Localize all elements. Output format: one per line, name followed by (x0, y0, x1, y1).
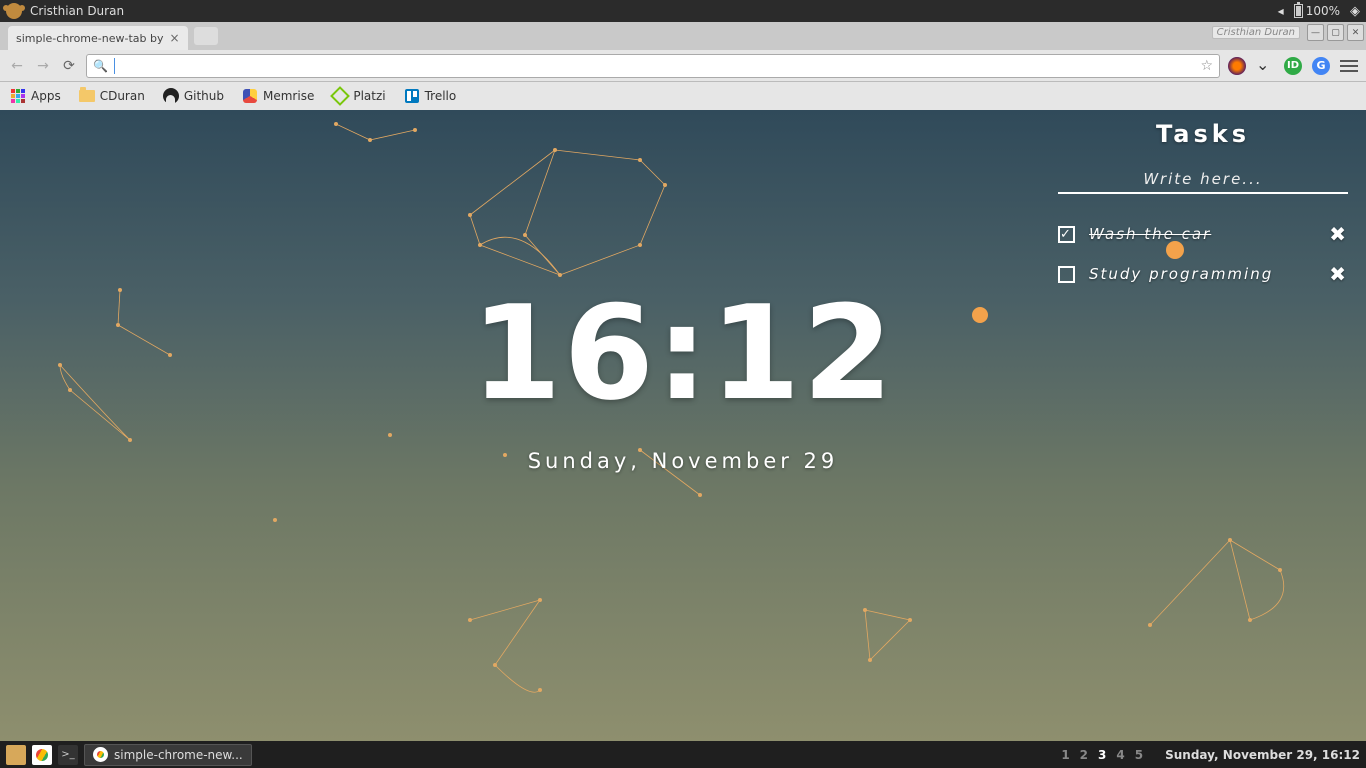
bookmark-label: CDuran (100, 89, 145, 103)
tray-caret-icon[interactable]: ◂ (1278, 4, 1284, 18)
bookmark-platzi[interactable]: Platzi (332, 88, 385, 104)
bookmark-label: Memrise (263, 89, 314, 103)
tasks-panel: Tasks ✓ Wash the car ✖ Study programming… (1058, 120, 1348, 294)
back-button[interactable]: ← (8, 58, 26, 74)
taskbar-datetime[interactable]: Sunday, November 29, 16:12 (1165, 748, 1360, 762)
tab-title: simple-chrome-new-tab by (16, 32, 164, 45)
clock-date: Sunday, November 29 (471, 449, 895, 473)
bookmark-label: Trello (425, 89, 457, 103)
trello-icon (405, 89, 419, 103)
active-window-title: simple-chrome-new... (114, 748, 243, 762)
extension-icon[interactable] (1228, 57, 1246, 75)
battery-percent: 100% (1306, 4, 1340, 18)
bookmark-memrise[interactable]: Memrise (242, 88, 314, 104)
workspace-5[interactable]: 5 (1135, 748, 1143, 762)
bookmarks-bar: Apps CDuran Github Memrise Platzi Trello (0, 82, 1366, 110)
translate-icon[interactable]: G (1312, 57, 1330, 75)
browser-toolbar: ← → ⟳ 🔍 ☆ ⌄ ID G (0, 50, 1366, 82)
battery-icon (1294, 4, 1303, 18)
minimize-button[interactable]: — (1307, 24, 1324, 41)
menu-icon[interactable] (1340, 60, 1358, 72)
extension-id-icon[interactable]: ID (1284, 57, 1302, 75)
delete-task-icon[interactable]: ✖ (1329, 222, 1348, 246)
task-label: Study programming (1089, 265, 1315, 283)
cursor-icon (114, 58, 115, 74)
bookmark-label: Apps (31, 89, 61, 103)
reload-button[interactable]: ⟳ (60, 58, 78, 74)
window-profile[interactable]: Cristhian Duran (1212, 26, 1300, 39)
task-list: ✓ Wash the car ✖ Study programming ✖ (1058, 214, 1348, 294)
bookmark-label: Github (184, 89, 224, 103)
new-task-input[interactable] (1058, 166, 1348, 194)
new-tab-button[interactable] (194, 27, 218, 45)
os-taskbar: >_ simple-chrome-new... 1 2 3 4 5 Sunday… (0, 741, 1366, 768)
new-tab-page: 16:12 Sunday, November 29 Tasks ✓ Wash t… (0, 110, 1366, 741)
extensions: ⌄ ID G (1228, 57, 1358, 75)
search-icon: 🔍 (93, 59, 108, 73)
wifi-icon[interactable]: ◈ (1350, 4, 1360, 19)
close-window-button[interactable]: ✕ (1347, 24, 1364, 41)
task-checkbox[interactable] (1058, 266, 1075, 283)
system-tray: ◂ 100% ◈ (1278, 4, 1360, 19)
tab-strip: simple-chrome-new-tab by × Cristhian Dur… (0, 22, 1366, 50)
bookmark-github[interactable]: Github (163, 88, 224, 104)
delete-task-icon[interactable]: ✖ (1329, 262, 1348, 286)
tasks-title: Tasks (1058, 120, 1348, 148)
workspace-3[interactable]: 3 (1098, 748, 1106, 762)
platzi-icon (330, 86, 350, 106)
bookmark-star-icon[interactable]: ☆ (1200, 58, 1213, 74)
close-tab-icon[interactable]: × (170, 31, 180, 45)
bookmark-cduran[interactable]: CDuran (79, 88, 145, 104)
workspace-switcher[interactable]: 1 2 3 4 5 (1061, 748, 1143, 762)
task-checkbox[interactable]: ✓ (1058, 226, 1075, 243)
browser-tab[interactable]: simple-chrome-new-tab by × (8, 26, 188, 50)
browser-chrome: simple-chrome-new-tab by × Cristhian Dur… (0, 22, 1366, 110)
apps-grid-icon (11, 89, 25, 103)
task-item: ✓ Wash the car ✖ (1058, 214, 1348, 254)
forward-button[interactable]: → (34, 58, 52, 74)
maximize-button[interactable]: ▢ (1327, 24, 1344, 41)
workspace-2[interactable]: 2 (1080, 748, 1088, 762)
github-icon (163, 88, 179, 104)
distro-icon[interactable] (6, 3, 22, 19)
address-bar[interactable]: 🔍 ☆ (86, 54, 1220, 78)
workspace-4[interactable]: 4 (1116, 748, 1124, 762)
files-launcher-icon[interactable] (6, 745, 26, 765)
terminal-launcher-icon[interactable]: >_ (58, 745, 78, 765)
chrome-launcher-icon[interactable] (32, 745, 52, 765)
task-item: Study programming ✖ (1058, 254, 1348, 294)
clock-widget: 16:12 Sunday, November 29 (471, 277, 895, 473)
clock-time: 16:12 (471, 277, 895, 429)
task-label: Wash the car (1089, 225, 1315, 243)
battery-indicator[interactable]: 100% (1294, 4, 1340, 18)
memrise-icon (243, 89, 257, 103)
bookmark-apps[interactable]: Apps (10, 88, 61, 104)
bookmark-trello[interactable]: Trello (404, 88, 457, 104)
pocket-icon[interactable]: ⌄ (1256, 57, 1274, 75)
workspace-1[interactable]: 1 (1061, 748, 1069, 762)
os-top-panel: Cristhian Duran ◂ 100% ◈ (0, 0, 1366, 22)
folder-icon (79, 90, 95, 102)
bookmark-label: Platzi (353, 89, 385, 103)
chrome-icon (93, 747, 108, 762)
taskbar-active-window[interactable]: simple-chrome-new... (84, 744, 252, 766)
os-username: Cristhian Duran (30, 4, 124, 18)
